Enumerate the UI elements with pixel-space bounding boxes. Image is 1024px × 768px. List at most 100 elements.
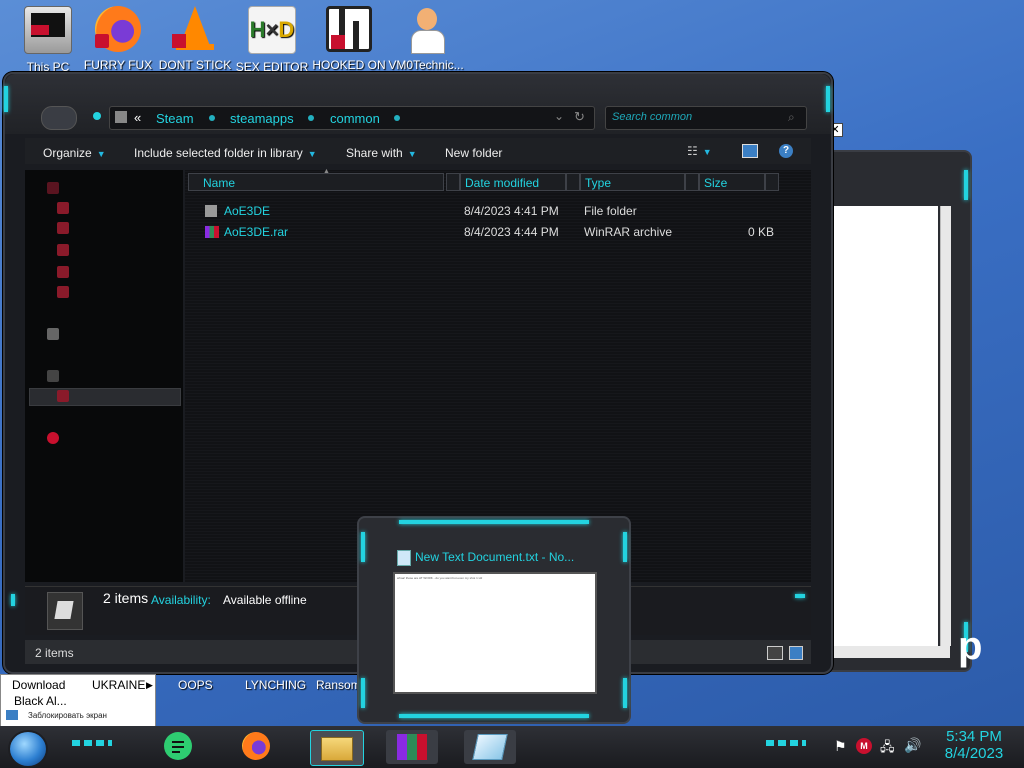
taskbar-button-winrar[interactable] xyxy=(386,730,438,764)
forward-button[interactable] xyxy=(93,112,101,120)
desktop-icon-label: HOOKED ON xyxy=(312,58,386,72)
volume-icon[interactable]: 🔊 xyxy=(904,737,921,754)
column-header-size[interactable]: Size xyxy=(699,173,765,191)
breadcrumb-separator[interactable] xyxy=(394,115,400,121)
window-content[interactable] xyxy=(826,206,938,646)
doctor-icon xyxy=(403,6,449,54)
file-name[interactable]: AoE3DE xyxy=(224,204,270,218)
column-header-type[interactable]: Type xyxy=(580,173,685,191)
clock-time: 5:34 PM xyxy=(946,728,1002,745)
search-icon[interactable]: ⌕ xyxy=(788,110,795,125)
back-button[interactable] xyxy=(41,106,77,130)
desktop-label[interactable]: UKRAINE xyxy=(92,678,145,692)
lock-icon xyxy=(6,710,18,720)
preview-title[interactable]: New Text Document.txt - No... xyxy=(415,550,574,564)
desktop-label[interactable]: Black Al... xyxy=(14,694,67,708)
breadcrumb-item-common[interactable]: common xyxy=(330,111,380,126)
taskbar-button-firefox[interactable] xyxy=(240,730,274,762)
computer-icon[interactable] xyxy=(47,370,59,382)
desktop-label[interactable]: LYNCHING xyxy=(245,678,306,692)
table-row[interactable]: AoE3DE.rar 8/4/2023 4:44 PM WinRAR archi… xyxy=(199,223,799,241)
details-view-icon[interactable] xyxy=(767,646,783,660)
new-folder-button[interactable]: New folder xyxy=(445,146,502,160)
preview-window[interactable]: whoa! those are AT WORK - do you want bu… xyxy=(393,572,597,694)
desktop-icon-dont-stick[interactable]: DONT STICK xyxy=(157,6,233,72)
taskbar-button-explorer[interactable] xyxy=(310,730,364,766)
search-placeholder: Search common xyxy=(612,111,693,123)
breadcrumb-item-steam[interactable]: Steam xyxy=(156,111,194,126)
sidebar-item-icon[interactable] xyxy=(57,286,69,298)
help-icon[interactable]: ? xyxy=(779,144,793,158)
desktop-icon-hooked-on[interactable]: HOOKED ON xyxy=(311,6,387,72)
view-options-icon[interactable]: ☷ ▼ xyxy=(687,144,712,158)
network-icon[interactable]: 🖧 xyxy=(880,738,895,760)
sort-ascending-icon: ▲ xyxy=(323,168,330,175)
clock-date: 8/4/2023 xyxy=(944,745,1004,762)
sidebar-item-icon[interactable] xyxy=(57,222,69,234)
large-icons-view-icon[interactable] xyxy=(789,646,803,660)
include-folder-label: Include selected folder in library xyxy=(134,146,303,160)
breadcrumb-prefix[interactable]: « xyxy=(134,110,141,125)
organize-button[interactable]: Organize ▼ xyxy=(43,146,106,160)
folder-icon xyxy=(321,737,353,761)
drive-icon xyxy=(57,390,69,402)
file-type: File folder xyxy=(584,204,637,218)
search-input[interactable]: Search common ⌕ xyxy=(605,106,807,130)
desktop-label[interactable]: Ransom xyxy=(316,678,361,692)
availability-label: Availability: xyxy=(151,593,211,607)
start-button[interactable] xyxy=(8,730,48,768)
antivirus-icon[interactable]: M xyxy=(856,738,872,754)
sidebar-item-icon[interactable] xyxy=(57,244,69,256)
chevron-down-icon[interactable]: ⌄ xyxy=(554,109,564,123)
maze-icon xyxy=(326,6,372,52)
column-header-name[interactable]: Name xyxy=(188,173,444,191)
network-icon[interactable] xyxy=(47,432,59,444)
homegroup-icon[interactable] xyxy=(47,328,59,340)
status-text: 2 items xyxy=(35,646,74,660)
desktop-icon-label: FURRY FUX xyxy=(83,58,153,72)
desktop-label[interactable]: OOPS xyxy=(178,678,213,692)
column-divider[interactable] xyxy=(446,173,460,191)
scrollbar[interactable] xyxy=(940,206,951,646)
desktop-icon-sex-editor[interactable]: H×D SEX EDITOR xyxy=(234,6,310,74)
desktop-icon-vm0technic[interactable]: VM0Technic... xyxy=(388,6,464,72)
breadcrumb-separator[interactable] xyxy=(209,115,215,121)
firefox-icon xyxy=(95,6,141,52)
desktop-label[interactable]: Download xyxy=(12,678,65,692)
desktop-icon-this-pc[interactable]: This PC xyxy=(10,6,86,74)
taskbar-button-notes[interactable] xyxy=(162,730,196,762)
sidebar-item-icon[interactable] xyxy=(57,266,69,278)
column-divider[interactable] xyxy=(765,173,779,191)
favorites-icon[interactable] xyxy=(47,182,59,194)
breadcrumb-separator[interactable] xyxy=(308,115,314,121)
share-with-button[interactable]: Share with ▼ xyxy=(346,146,417,160)
sidebar-item-selected[interactable] xyxy=(29,388,181,406)
winrar-icon xyxy=(205,226,219,238)
sidebar-item-icon[interactable] xyxy=(57,202,69,214)
clock[interactable]: 5:34 PM 8/4/2023 xyxy=(936,728,1012,762)
column-header-date[interactable]: Date modified xyxy=(460,173,566,191)
chevron-down-icon: ▼ xyxy=(96,149,106,159)
table-row[interactable]: AoE3DE 8/4/2023 4:41 PM File folder xyxy=(199,202,799,220)
details-count: 2 items xyxy=(103,590,149,606)
desktop-icon-furry-fux[interactable]: FURRY FUX xyxy=(80,6,156,72)
preview-content: whoa! those are AT WORK - do you want bu… xyxy=(397,576,483,580)
firefox-icon xyxy=(242,732,270,760)
file-thumbnail-icon xyxy=(47,592,83,630)
include-folder-button[interactable]: Include selected folder in library ▼ xyxy=(134,146,317,160)
file-name[interactable]: AoE3DE.rar xyxy=(224,225,288,239)
taskbar-button-notepad[interactable] xyxy=(464,730,516,764)
new-folder-label: New folder xyxy=(445,146,503,160)
column-divider[interactable] xyxy=(566,173,580,191)
taskbar-preview[interactable]: New Text Document.txt - No... whoa! thos… xyxy=(357,516,631,724)
background-window[interactable] xyxy=(818,150,972,672)
refresh-icon[interactable]: ↻ xyxy=(574,109,585,125)
desktop-icon-label: DONT STICK xyxy=(158,58,232,72)
flag-icon[interactable]: ⚑ xyxy=(834,738,847,755)
lock-screen-item[interactable]: Заблокировать экран xyxy=(28,711,107,720)
scrollbar-horizontal[interactable] xyxy=(826,646,950,658)
column-divider[interactable] xyxy=(685,173,699,191)
preview-pane-icon[interactable] xyxy=(742,144,758,158)
address-bar[interactable]: « Steam steamapps common ⌄ ↻ xyxy=(109,106,595,130)
breadcrumb-item-steamapps[interactable]: steamapps xyxy=(230,111,294,126)
